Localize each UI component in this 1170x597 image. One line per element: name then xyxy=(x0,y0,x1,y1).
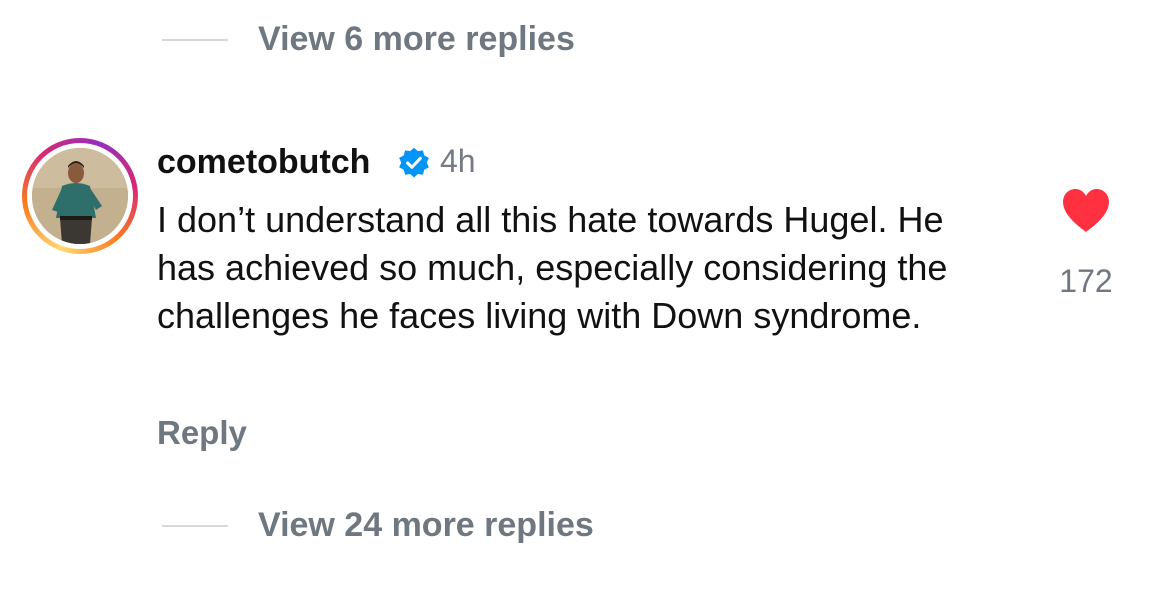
comment-timestamp: 4h xyxy=(440,143,476,179)
view-more-replies-label: View 24 more replies xyxy=(258,506,594,544)
verified-badge-icon xyxy=(399,147,429,178)
avatar-story-ring[interactable] xyxy=(22,138,138,254)
thread-line xyxy=(162,524,228,527)
heart-icon[interactable] xyxy=(1060,186,1112,234)
comment-text: I don’t understand all this hate towards… xyxy=(157,199,948,336)
view-more-replies-bottom[interactable]: View 24 more replies xyxy=(162,506,594,545)
avatar-photo xyxy=(32,148,128,244)
avatar xyxy=(32,148,128,244)
like-count: 172 xyxy=(1059,263,1113,299)
comment-username[interactable]: cometobutch xyxy=(157,143,370,182)
reply-button[interactable]: Reply xyxy=(157,414,247,452)
